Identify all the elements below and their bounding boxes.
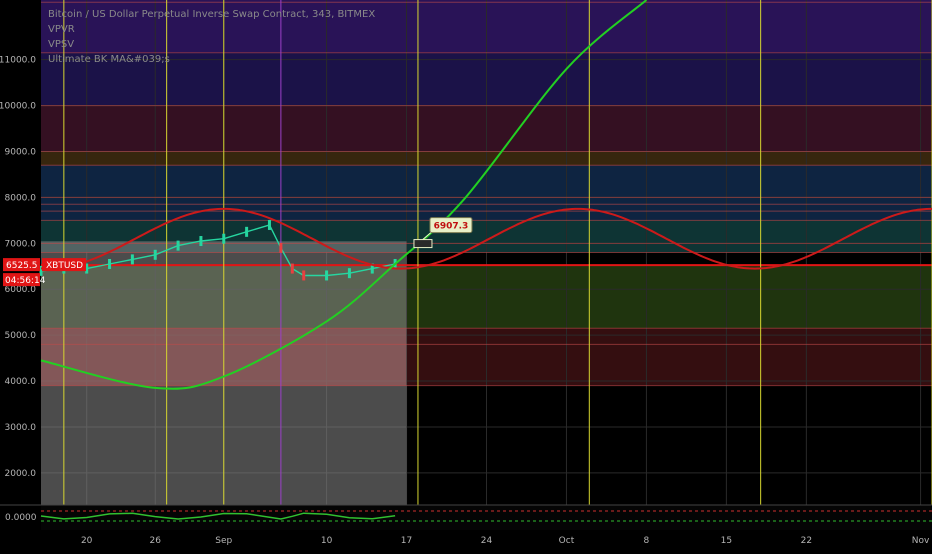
- sub-panel-tick-label: 0.0000: [5, 513, 37, 523]
- x-tick-label-5: 24: [481, 536, 493, 546]
- y-tick-label-2: 4000.0: [5, 377, 37, 387]
- x-tick-label-10: Nov: [912, 536, 930, 546]
- price-candle-8: [222, 233, 226, 244]
- x-tick-label-0: 20: [81, 536, 93, 546]
- sub-panel: [41, 505, 932, 530]
- callout-label: 6907.3: [434, 222, 469, 232]
- price-candle-7: [199, 236, 203, 247]
- x-axis-bar: [0, 530, 932, 550]
- x-tick-label-4: 17: [401, 536, 412, 546]
- chart-container[interactable]: 0.0000 2000.0 3000.0 4000.0 5000.0 6000.0 700…: [0, 0, 932, 550]
- y-tick-label-1: 3000.0: [5, 423, 37, 433]
- y-tick-label-9: 11000.0: [0, 56, 36, 66]
- price-candle-13: [302, 270, 306, 281]
- x-tick-label-6: Oct: [559, 536, 575, 546]
- callout-anchor: [413, 239, 433, 249]
- price-chart[interactable]: 0.0000 2000.0 3000.0 4000.0 5000.0 6000.0 700…: [0, 0, 932, 550]
- price-candle-15: [347, 268, 351, 279]
- price-candle-3: [108, 258, 112, 269]
- price-candle-12: [290, 263, 294, 274]
- y-tick-label-5: 7000.0: [5, 239, 37, 249]
- x-tick-label-7: 8: [644, 536, 650, 546]
- y-tick-label-3: 5000.0: [5, 331, 37, 341]
- x-tick-label-9: 22: [801, 536, 812, 546]
- last-price-label: 6525.5: [6, 261, 38, 271]
- x-tick-label-3: 10: [321, 536, 333, 546]
- price-candle-14: [325, 270, 329, 281]
- x-tick-label-2: Sep: [215, 536, 232, 546]
- price-candle-10: [267, 219, 271, 230]
- price-candle-5: [153, 249, 157, 260]
- x-tick-label-8: 15: [721, 536, 732, 546]
- y-tick-label-8: 10000.0: [0, 102, 36, 112]
- y-tick-label-4: 6000.0: [5, 285, 37, 295]
- y-tick-label-7: 9000.0: [5, 148, 37, 158]
- y-tick-label-6: 8000.0: [5, 193, 37, 203]
- price-candle-11: [279, 242, 283, 253]
- y-tick-label-0: 2000.0: [5, 469, 37, 479]
- symbol-label: XBTUSD: [46, 261, 83, 271]
- x-tick-label-1: 26: [150, 536, 162, 546]
- countdown-label: 04:56:14: [5, 276, 46, 286]
- price-candle-4: [130, 254, 134, 265]
- price-candle-6: [176, 240, 180, 251]
- price-candle-9: [245, 226, 249, 237]
